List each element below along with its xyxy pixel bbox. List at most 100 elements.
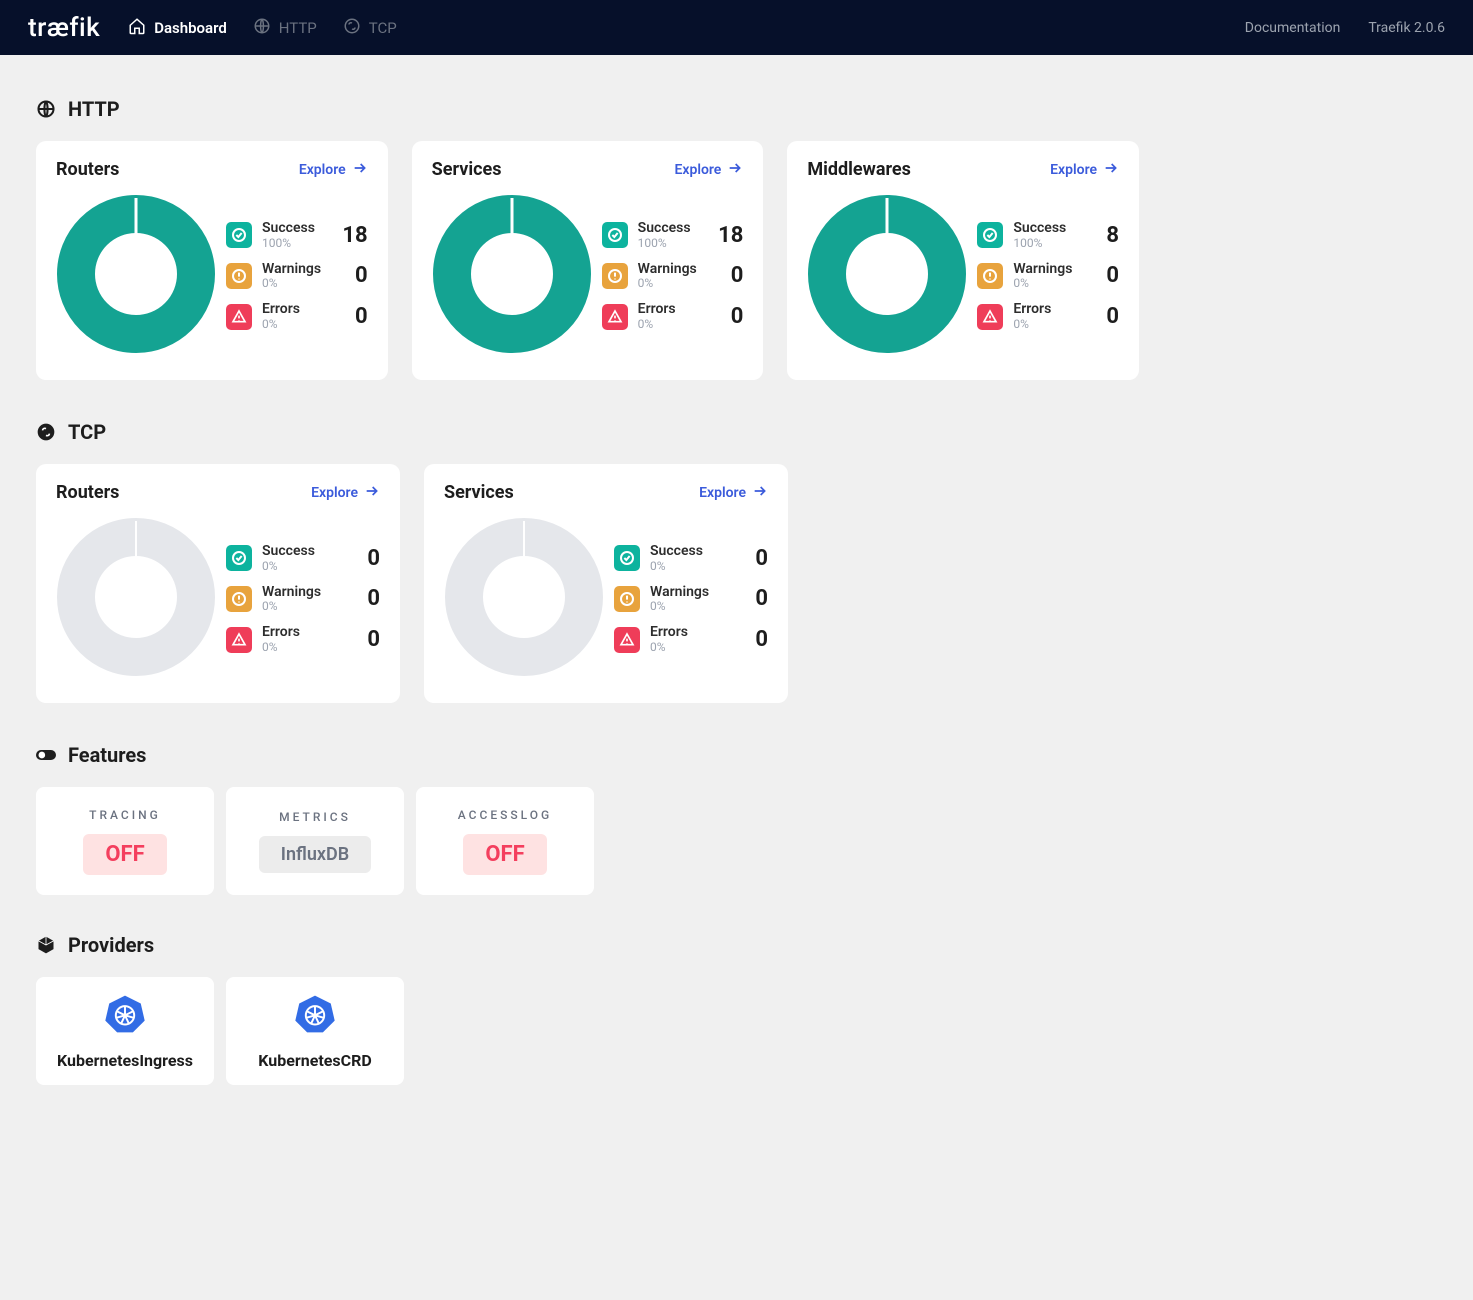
stat-row-error: Errors0% 0 <box>614 625 768 654</box>
donut-chart <box>56 194 216 358</box>
cube-icon <box>36 935 56 955</box>
stats-card: MiddlewaresExploreSuccess100%8Warnings0%… <box>787 141 1139 380</box>
success-icon <box>614 545 640 571</box>
toggle-icon <box>36 745 56 765</box>
donut-chart <box>432 194 592 358</box>
stat-text: Warnings0% <box>1013 262 1079 291</box>
content: HTTP RoutersExploreSuccess100%18Warnings… <box>0 55 1175 1125</box>
stat-value: 0 <box>350 627 380 652</box>
stat-label: Errors <box>262 625 340 640</box>
card-header: Routers Explore <box>56 159 368 180</box>
card-body: Success100%18Warnings0%0Errors0%0 <box>56 194 368 358</box>
explore-label: Explore <box>1050 162 1097 178</box>
card-header: Services Explore <box>432 159 744 180</box>
stat-value: 0 <box>738 627 768 652</box>
explore-link[interactable]: Explore <box>299 160 368 180</box>
warning-icon <box>226 586 252 612</box>
stat-label: Warnings <box>650 585 728 600</box>
stat-pct: 100% <box>638 237 704 250</box>
nav-label: Dashboard <box>154 19 227 37</box>
provider-card: KubernetesCRD <box>226 977 404 1085</box>
stat-text: Errors0% <box>650 625 728 654</box>
section-header-features: Features <box>36 743 1139 767</box>
stat-label: Warnings <box>262 585 340 600</box>
success-icon <box>226 222 252 248</box>
stat-text: Errors0% <box>638 302 704 331</box>
nav-item-tcp[interactable]: TCP <box>343 17 397 39</box>
stat-value: 0 <box>1089 263 1119 288</box>
stat-text: Warnings0% <box>638 262 704 291</box>
explore-link[interactable]: Explore <box>1050 160 1119 180</box>
card-body: Success0%0Warnings0%0Errors0%0 <box>56 517 380 681</box>
stat-label: Warnings <box>638 262 704 277</box>
warning-icon <box>977 263 1003 289</box>
explore-link[interactable]: Explore <box>674 160 743 180</box>
stat-label: Errors <box>638 302 704 317</box>
card-title: Routers <box>56 159 119 180</box>
stat-value: 18 <box>338 223 368 248</box>
stat-pct: 0% <box>262 641 340 654</box>
http-card-row: RoutersExploreSuccess100%18Warnings0%0Er… <box>36 141 1139 380</box>
stat-text: Warnings0% <box>650 585 728 614</box>
stat-value: 0 <box>350 586 380 611</box>
stat-value: 18 <box>713 223 743 248</box>
success-icon <box>977 222 1003 248</box>
donut-chart <box>444 517 604 681</box>
stat-pct: 0% <box>262 277 328 290</box>
stats-list: Success100%18Warnings0%0Errors0%0 <box>226 221 368 331</box>
feature-value: InfluxDB <box>259 836 371 873</box>
nav-right: Documentation Traefik 2.0.6 <box>1245 20 1445 36</box>
section-header-tcp: TCP <box>36 420 1139 444</box>
card-header: Middlewares Explore <box>807 159 1119 180</box>
card-header: RoutersExplore <box>56 482 380 503</box>
arrow-right-icon <box>1103 160 1119 180</box>
stat-pct: 0% <box>638 318 704 331</box>
kubernetes-icon <box>104 993 146 1039</box>
kubernetes-icon <box>294 993 336 1039</box>
explore-label: Explore <box>674 162 721 178</box>
nav-item-dashboard[interactable]: Dashboard <box>128 17 227 39</box>
stat-text: Success0% <box>650 544 728 573</box>
card-title: Services <box>432 159 502 180</box>
stats-card: ServicesExploreSuccess0%0Warnings0%0Erro… <box>424 464 788 703</box>
feature-title: TRACING <box>89 808 161 822</box>
card-body: Success100%8Warnings0%0Errors0%0 <box>807 194 1119 358</box>
stat-pct: 0% <box>650 560 728 573</box>
feature-title: METRICS <box>279 810 351 824</box>
feature-card: TRACINGOFF <box>36 787 214 895</box>
section-title: HTTP <box>68 97 120 121</box>
explore-link[interactable]: Explore <box>311 483 380 503</box>
stat-pct: 0% <box>638 277 704 290</box>
stat-value: 0 <box>738 546 768 571</box>
provider-name: KubernetesIngress <box>57 1051 193 1070</box>
documentation-link[interactable]: Documentation <box>1245 20 1341 36</box>
arrow-right-icon <box>727 160 743 180</box>
stat-row-warning: Warnings0%0 <box>614 585 768 614</box>
stat-pct: 0% <box>1013 277 1079 290</box>
nav-item-http[interactable]: HTTP <box>253 17 317 39</box>
stat-value: 0 <box>338 263 368 288</box>
stats-card: RoutersExploreSuccess0%0Warnings0%0Error… <box>36 464 400 703</box>
stat-pct: 0% <box>262 560 340 573</box>
stat-pct: 0% <box>262 600 340 613</box>
warning-icon <box>602 263 628 289</box>
card-title: Middlewares <box>807 159 911 180</box>
stat-label: Success <box>638 221 704 236</box>
stat-label: Warnings <box>1013 262 1079 277</box>
stat-label: Errors <box>262 302 328 317</box>
stat-row-warning: Warnings0% 0 <box>977 262 1119 291</box>
explore-link[interactable]: Explore <box>699 483 768 503</box>
stat-pct: 100% <box>1013 237 1079 250</box>
stat-row-error: Errors0%0 <box>602 302 744 331</box>
donut-chart <box>807 194 967 358</box>
stat-label: Success <box>262 544 340 559</box>
success-icon <box>602 222 628 248</box>
card-header: ServicesExplore <box>444 482 768 503</box>
stat-value: 0 <box>713 263 743 288</box>
section-title: Features <box>68 743 146 767</box>
warning-icon <box>614 586 640 612</box>
error-icon <box>614 627 640 653</box>
stats-card: ServicesExploreSuccess100%18Warnings0%0E… <box>412 141 764 380</box>
tcp-card-row: RoutersExploreSuccess0%0Warnings0%0Error… <box>36 464 1139 703</box>
stats-list: Success0%0Warnings0%0Errors0%0 <box>226 544 380 654</box>
